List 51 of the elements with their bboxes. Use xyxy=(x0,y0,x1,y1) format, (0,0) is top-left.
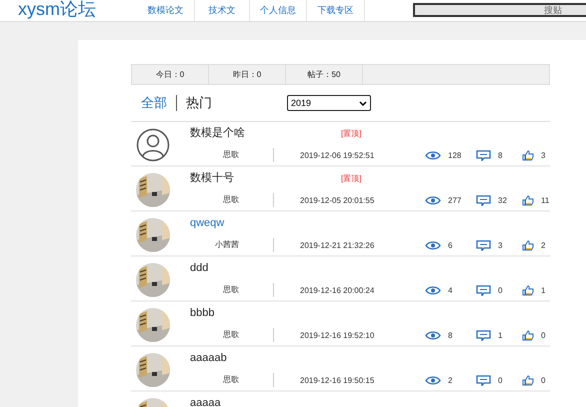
post-title[interactable]: bbbb xyxy=(190,307,341,320)
post-author: 思歌 xyxy=(190,148,274,162)
view-count: 128 xyxy=(448,150,462,160)
post-title[interactable]: ddd xyxy=(190,262,341,275)
comment-count: 3 xyxy=(498,240,502,250)
comment-count: 0 xyxy=(498,286,502,294)
site-logo[interactable]: xysm论坛 xyxy=(18,0,137,21)
post-author: 思歌 xyxy=(190,373,274,387)
view-count: 6 xyxy=(448,240,452,250)
post-author: 思歌 xyxy=(190,328,274,342)
like-count: 3 xyxy=(541,150,546,160)
filter-tab[interactable]: 全部 xyxy=(141,95,176,111)
post-time: 2019-12-06 19:52:51 xyxy=(299,150,376,160)
stat-label: 昨日：0 xyxy=(209,65,286,84)
post-author: 小茜茜 xyxy=(190,238,274,252)
post-title[interactable]: 数模是个啥 xyxy=(190,127,341,140)
post-author: 思歌 xyxy=(190,193,274,207)
view-count: 277 xyxy=(448,196,462,204)
post-title[interactable]: qweqw xyxy=(190,217,341,230)
like-count: 0 xyxy=(541,330,546,340)
post-title[interactable]: aaaaa xyxy=(190,397,341,407)
nav-link[interactable]: 数模论文 xyxy=(137,0,195,21)
comment-count: 0 xyxy=(498,376,502,384)
pinned-tag: [置顶] xyxy=(341,173,362,184)
like-count: 0 xyxy=(541,376,546,384)
nav-link[interactable]: 下载专区 xyxy=(307,0,365,21)
comment-count: 8 xyxy=(498,150,502,160)
comment-count: 32 xyxy=(498,196,507,204)
like-count: 11 xyxy=(541,196,550,204)
stat-label: 帖子：50 xyxy=(286,65,363,84)
post-author: 思歌 xyxy=(190,283,274,297)
like-count: 1 xyxy=(541,286,546,294)
post-time: 2019-12-21 21:32:26 xyxy=(299,240,376,250)
like-count: 2 xyxy=(541,240,546,250)
pinned-tag: [置顶] xyxy=(341,128,362,139)
stat-label: 今日：0 xyxy=(132,65,209,84)
search-field[interactable]: 搜贴 xyxy=(413,3,586,17)
view-count: 8 xyxy=(448,330,452,340)
post-time: 2019-12-16 20:00:24 xyxy=(299,286,376,294)
nav-link[interactable]: 技术文 xyxy=(195,0,250,21)
view-count: 4 xyxy=(448,286,452,294)
filter-tab[interactable]: 热门 xyxy=(176,95,221,111)
nav-link[interactable]: 个人信息 xyxy=(250,0,307,21)
post-title[interactable]: 数模十号 xyxy=(190,172,341,185)
post-time: 2019-12-16 19:50:15 xyxy=(299,376,376,384)
post-time: 2019-12-16 19:52:10 xyxy=(299,330,376,340)
post-title[interactable]: aaaaab xyxy=(190,352,341,365)
year-select[interactable]: 2019 xyxy=(287,95,371,111)
view-count: 2 xyxy=(448,376,452,384)
post-time: 2019-12-05 20:01:55 xyxy=(299,196,376,204)
comment-count: 1 xyxy=(498,330,502,340)
